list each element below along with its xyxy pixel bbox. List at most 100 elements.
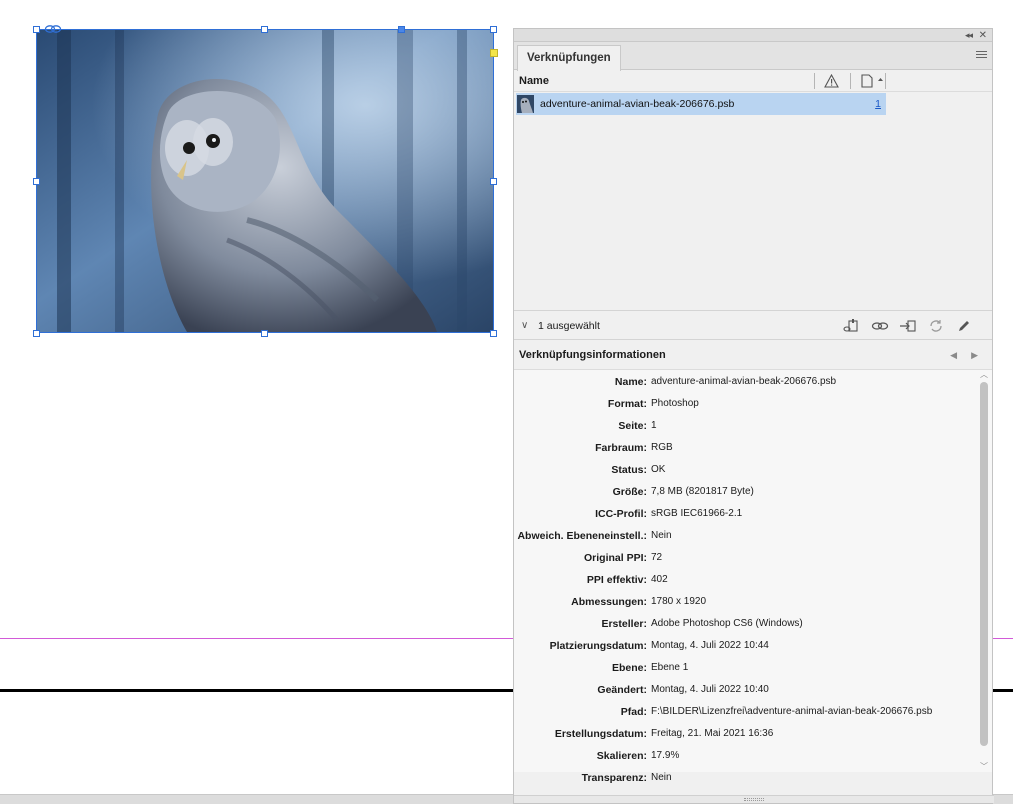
scrollbar-thumb[interactable]	[980, 382, 988, 746]
info-row: Geändert: Montag, 4. Juli 2022 10:40	[514, 679, 980, 701]
info-value: OK	[651, 464, 666, 475]
resize-handle-ml[interactable]	[33, 178, 40, 185]
info-row: Erstellungsdatum: Freitag, 21. Mai 2021 1…	[514, 723, 980, 745]
info-label: Skalieren:	[596, 750, 647, 762]
link-filename: adventure-animal-avian-beak-206676.psb	[540, 98, 735, 110]
relink-icon[interactable]	[871, 318, 889, 334]
previous-link-icon[interactable]: ◀	[950, 340, 957, 370]
info-value: Freitag, 21. Mai 2021 16:36	[651, 728, 774, 739]
info-label: Erstellungsdatum:	[554, 728, 647, 740]
info-row: Status: OK	[514, 459, 980, 481]
info-value: Ebene 1	[651, 662, 689, 673]
info-value: 1780 x 1920	[651, 596, 707, 607]
link-thumbnail	[517, 95, 534, 113]
panel-tab-row: Verknüpfungen	[514, 42, 992, 71]
link-info-header: Verknüpfungsinformationen ◀ ▶	[514, 340, 992, 370]
info-row: PPI effektiv: 402	[514, 569, 980, 591]
info-row: Abweich. Ebeneneinstell.: Nein	[514, 525, 980, 547]
go-to-link-icon[interactable]	[899, 318, 917, 334]
info-label: Status:	[611, 464, 647, 476]
info-row: Transparenz: Nein	[514, 767, 980, 789]
selection-toolbar: ∨ 1 ausgewählt	[514, 310, 992, 340]
info-value: RGB	[651, 442, 673, 453]
link-info-list: ︿ ﹀ Name: adventure-animal-avian-beak-206…	[514, 370, 992, 784]
info-value: 17.9%	[651, 750, 680, 761]
link-page-number[interactable]: 1	[875, 93, 881, 115]
live-corner-handle[interactable]	[490, 49, 498, 57]
column-name-header[interactable]: Name	[519, 70, 549, 92]
indesign-workspace: ◂◂ ✕ Verknüpfungen Name adventure-animal…	[0, 0, 1013, 804]
collapse-panel-icon[interactable]: ◂◂	[965, 29, 973, 42]
info-row: Ebene: Ebene 1	[514, 657, 980, 679]
info-row: Format: Photoshop	[514, 393, 980, 415]
resize-handle-br[interactable]	[490, 330, 497, 337]
info-row: Farbraum: RGB	[514, 437, 980, 459]
info-label: Name:	[614, 376, 647, 388]
column-divider	[850, 73, 851, 89]
info-label: Abweich. Ebeneneinstell.:	[517, 530, 647, 542]
resize-handle-bc[interactable]	[261, 330, 268, 337]
chevron-down-icon[interactable]: ∨	[521, 311, 528, 341]
info-value: Photoshop	[651, 398, 699, 409]
info-row: Pfad: F:\BILDER\Lizenzfrei\adventure-anim…	[514, 701, 980, 723]
info-value: Adobe Photoshop CS6 (Windows)	[651, 618, 803, 629]
close-panel-icon[interactable]: ✕	[979, 29, 987, 42]
info-value: sRGB IEC61966-2.1	[651, 508, 743, 519]
placed-image-frame[interactable]	[36, 29, 494, 333]
next-link-icon[interactable]: ▶	[971, 340, 978, 370]
info-row: Seite: 1	[514, 415, 980, 437]
info-row: ICC-Profil: sRGB IEC61966-2.1	[514, 503, 980, 525]
info-value: 1	[651, 420, 657, 431]
links-list: adventure-animal-avian-beak-206676.psb 1	[514, 92, 992, 310]
resize-handle-tr[interactable]	[490, 26, 497, 33]
column-divider	[885, 73, 886, 89]
resize-handle-tc[interactable]	[261, 26, 268, 33]
update-link-icon[interactable]	[927, 318, 945, 334]
panel-title-bar[interactable]: ◂◂ ✕	[514, 29, 992, 42]
tab-links[interactable]: Verknüpfungen	[517, 45, 621, 71]
info-label: ICC-Profil:	[595, 508, 647, 520]
info-value: Nein	[651, 772, 672, 783]
info-value: Montag, 4. Juli 2022 10:40	[651, 684, 769, 695]
info-value: Montag, 4. Juli 2022 10:44	[651, 640, 769, 651]
info-value: 402	[651, 574, 668, 585]
info-label: Platzierungsdatum:	[549, 640, 647, 652]
page-column-sort-icon[interactable]	[861, 74, 887, 88]
info-value: 7,8 MB (8201817 Byte)	[651, 486, 754, 497]
owl-image	[37, 30, 493, 332]
info-label: Farbraum:	[595, 442, 647, 454]
resize-handle-bl[interactable]	[33, 330, 40, 337]
info-label: Format:	[607, 398, 647, 410]
link-badge-icon[interactable]	[44, 24, 62, 34]
resize-handle-tl[interactable]	[33, 26, 40, 33]
info-label: Ebene:	[611, 662, 647, 674]
info-row: Ersteller: Adobe Photoshop CS6 (Windows)	[514, 613, 980, 635]
edit-original-icon[interactable]	[955, 318, 973, 334]
list-item[interactable]: adventure-animal-avian-beak-206676.psb 1	[516, 93, 886, 115]
link-info-title: Verknüpfungsinformationen	[519, 349, 666, 361]
info-value: 72	[651, 552, 663, 563]
resize-handle-mr[interactable]	[490, 178, 497, 185]
info-row: Größe: 7,8 MB (8201817 Byte)	[514, 481, 980, 503]
info-label: Größe:	[612, 486, 647, 498]
panel-menu-icon[interactable]	[976, 51, 987, 59]
panel-resize-grip[interactable]	[514, 795, 994, 803]
info-label: Pfad:	[620, 706, 647, 718]
links-column-header: Name	[514, 70, 992, 92]
info-value: adventure-animal-avian-beak-206676.psb	[651, 376, 837, 387]
info-row: Platzierungsdatum: Montag, 4. Juli 2022 1…	[514, 635, 980, 657]
relink-from-cc-icon[interactable]	[842, 318, 860, 334]
info-label: PPI effektiv:	[586, 574, 647, 586]
info-label: Ersteller:	[601, 618, 647, 630]
links-panel: ◂◂ ✕ Verknüpfungen Name adventure-animal…	[513, 28, 994, 804]
warning-column-icon[interactable]	[824, 74, 839, 88]
info-label: Transparenz:	[581, 772, 647, 784]
info-row: Skalieren: 17.9%	[514, 745, 980, 767]
info-label: Geändert:	[597, 684, 647, 696]
selection-count: 1 ausgewählt	[538, 320, 600, 332]
info-row: Abmessungen: 1780 x 1920	[514, 591, 980, 613]
info-row: Name: adventure-animal-avian-beak-206676.…	[514, 371, 980, 393]
info-value: Nein	[651, 530, 672, 541]
info-value: F:\BILDER\Lizenzfrei\adventure-animal-av…	[651, 706, 933, 717]
content-grabber-handle[interactable]	[398, 26, 405, 33]
